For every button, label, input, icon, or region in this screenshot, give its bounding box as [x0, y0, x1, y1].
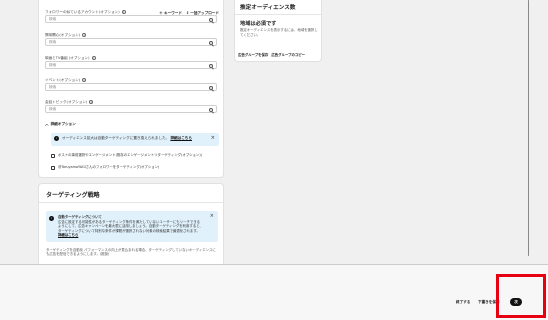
info-icon[interactable]: i: [82, 78, 87, 82]
alert-body: 広告に設定する可能性があるターゲティング条件を満たしていないユーザーにもリーチで…: [58, 219, 203, 233]
exit-button[interactable]: 終了する: [456, 300, 470, 305]
input-placeholder: 検索: [49, 39, 57, 44]
interests-input[interactable]: 検索: [45, 38, 217, 46]
chevron-up-icon: ︿: [45, 122, 49, 126]
close-icon[interactable]: ×: [210, 213, 214, 219]
checkbox-label: ポストの事前選択やエンゲージメント(既存のエンゲージメントリターゲティング(オプ…: [58, 153, 202, 157]
search-icon: [209, 107, 213, 112]
copy-ad-group-link[interactable]: 広告グループのコピー: [271, 52, 305, 57]
auto-targeting-description: ターゲティングを自動化 パフォーマンスの向上が見込まれる場合、ターゲティングして…: [46, 248, 216, 257]
search-icon: [209, 63, 213, 68]
events-input[interactable]: 検索: [45, 83, 217, 91]
region-required-heading: 地域は必須です: [240, 21, 277, 27]
checkbox-label: @TaruyamaYAGIさんのフォロワーをターゲティング(オプション): [58, 165, 160, 169]
page-scrollbar[interactable]: [526, 0, 532, 260]
similar-followers-input[interactable]: 検索: [45, 15, 217, 23]
conversation-topics-input[interactable]: 検索: [45, 105, 217, 113]
conversation-topics-field: 会話トピック(オプション) i 検索: [45, 99, 217, 113]
alert-text: オーディエンス拡大は自動ターゲティングに置き換えられました。 詳細はこちら: [62, 136, 212, 141]
movies-tv-input[interactable]: 検索: [45, 61, 217, 69]
info-icon: i: [54, 136, 59, 141]
info-icon[interactable]: i: [82, 33, 87, 37]
ad-group-actions: 広告グループを保存 広告グループのコピー: [238, 52, 305, 57]
estimate-description: 推定オーディエンスを表示するには、地域を選択してください。: [240, 28, 318, 37]
advanced-options-toggle[interactable]: ︿ 詳細オプション: [45, 122, 76, 127]
audience-estimate-panel: 推定オーディエンス数 地域は必須です 推定オーディエンスを表示するには、地域を選…: [234, 0, 322, 62]
events-field: イベント(オプション) i 検索: [45, 77, 217, 91]
input-placeholder: 検索: [49, 84, 57, 89]
interests-field: 興味関心(オプション) i 検索: [45, 32, 217, 46]
info-icon[interactable]: i: [121, 10, 126, 14]
target-followers-checkbox[interactable]: @TaruyamaYAGIさんのフォロワーをターゲティング(オプション): [51, 165, 216, 170]
search-icon: [209, 40, 213, 45]
panel-title: ターゲティング戦略: [46, 192, 100, 199]
input-placeholder: 検索: [49, 106, 57, 111]
footer-bar: [0, 264, 548, 320]
input-placeholder: 検索: [49, 16, 57, 21]
save-ad-group-link[interactable]: 広告グループを保存: [238, 52, 268, 57]
close-icon[interactable]: ×: [211, 135, 215, 141]
divider: [235, 14, 321, 15]
divider: [39, 202, 223, 203]
info-icon[interactable]: i: [89, 100, 94, 104]
learn-more-link[interactable]: 詳細はこちら: [170, 136, 192, 140]
advanced-options-label: 詳細オプション: [50, 122, 76, 126]
audience-expansion-alert: i オーディエンス拡大は自動ターゲティングに置き換えられました。 詳細はこちら …: [51, 133, 219, 146]
checkbox-icon[interactable]: [51, 165, 55, 170]
audience-form-panel: ＋ キーワード ↥ 一括アップロード フォロワーの似ているアカウント(オプション…: [38, 0, 224, 178]
targeting-strategy-panel: ターゲティング戦略 i 自動ターゲティングについて 広告に設定する可能性があるタ…: [38, 183, 224, 276]
auto-targeting-alert: i 自動ターゲティングについて 広告に設定する可能性があるターゲティング条件を満…: [46, 211, 218, 242]
search-icon: [209, 17, 213, 22]
engagement-retargeting-checkbox[interactable]: ポストの事前選択やエンゲージメント(既存のエンゲージメントリターゲティング(オプ…: [51, 153, 216, 158]
learn-more-link[interactable]: 詳細はこちら: [58, 233, 78, 237]
highlight-box: [496, 274, 546, 318]
estimate-title: 推定オーディエンス数: [240, 5, 296, 11]
scrollbar-thumb[interactable]: [527, 0, 529, 256]
checkbox-icon[interactable]: [51, 153, 55, 158]
alert-message: オーディエンス拡大は自動ターゲティングに置き換えられました。: [62, 136, 170, 140]
info-icon: i: [49, 216, 54, 221]
search-icon: [209, 85, 213, 90]
alert-text: 自動ターゲティングについて 広告に設定する可能性があるターゲティング条件を満たし…: [58, 215, 203, 238]
movies-tv-field: 映画とTV番組 (オプション) i 検索: [45, 55, 217, 69]
similar-followers-field: フォロワーの似ているアカウント(オプション) i 検索: [45, 9, 217, 23]
info-icon[interactable]: i: [91, 56, 96, 60]
input-placeholder: 検索: [49, 62, 57, 67]
